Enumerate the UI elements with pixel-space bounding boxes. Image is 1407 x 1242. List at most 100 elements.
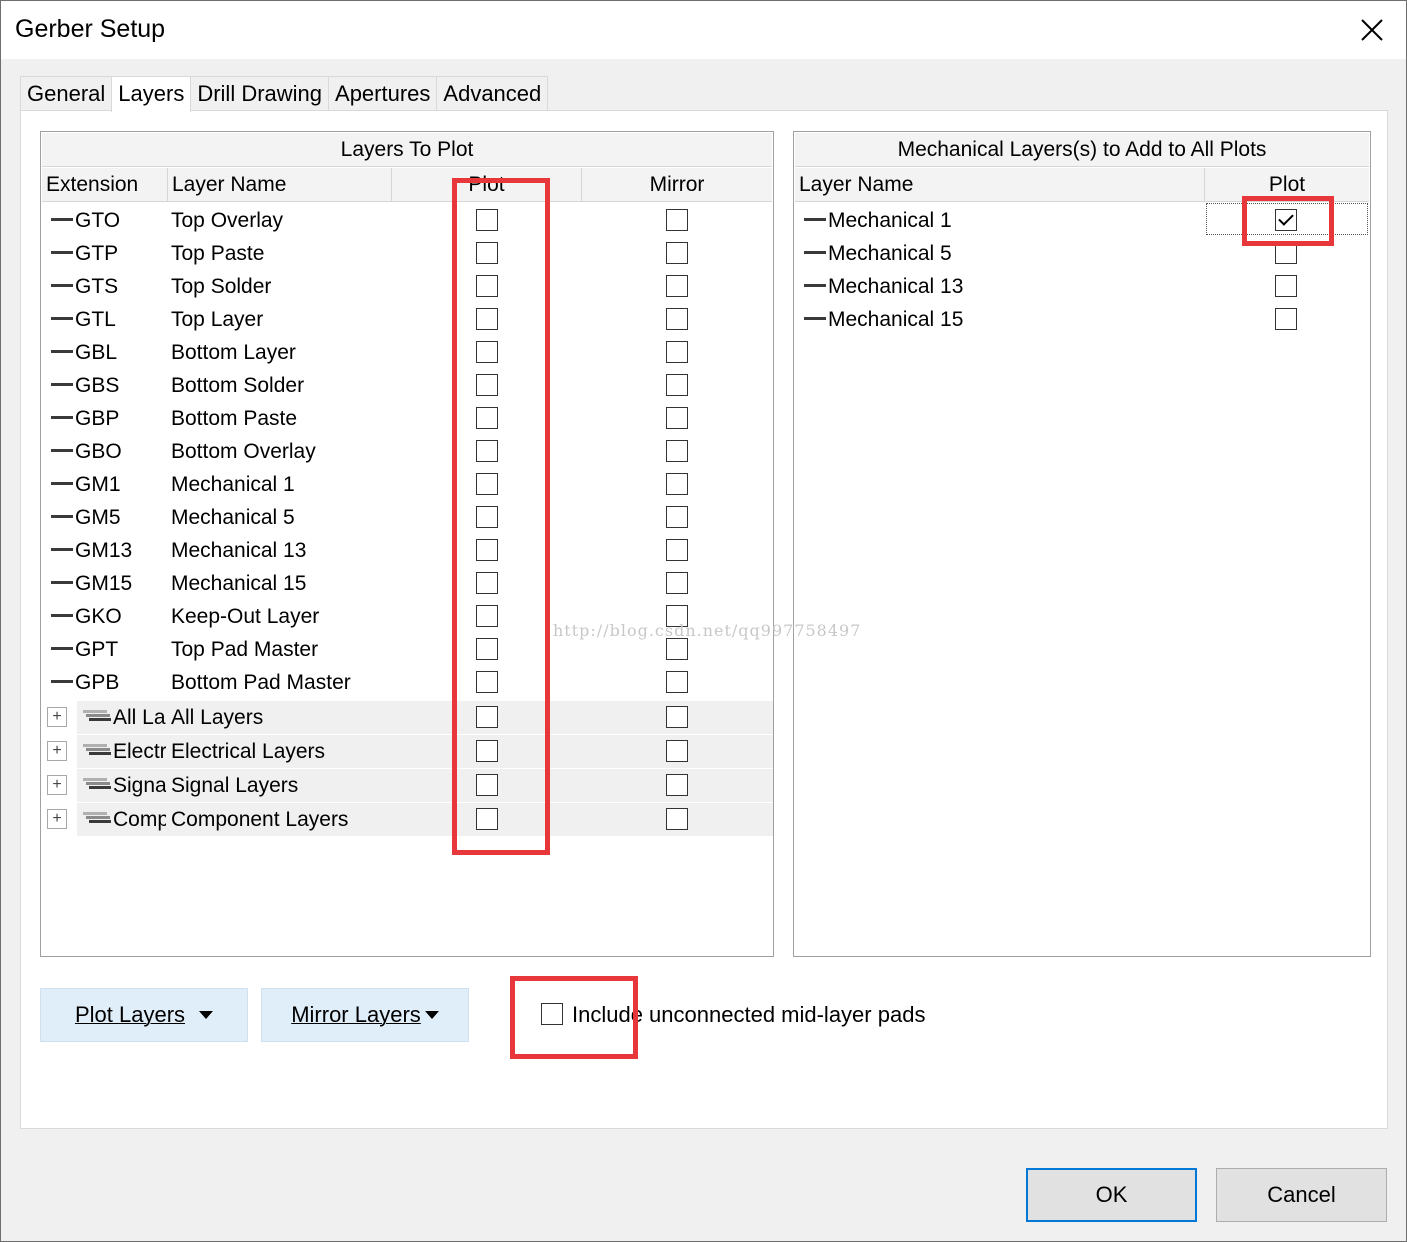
plot-checkbox[interactable] (476, 440, 498, 462)
table-row[interactable]: GM13 Mechanical 13 (41, 534, 773, 567)
column-header-mech-layer-name[interactable]: Layer Name (795, 168, 1205, 202)
close-button[interactable] (1352, 11, 1392, 49)
plot-checkbox[interactable] (476, 242, 498, 264)
include-unconnected-checkbox[interactable] (541, 1003, 563, 1025)
mechanical-row[interactable]: Mechanical 1 (794, 204, 1370, 237)
layer-stack-icon (83, 710, 111, 721)
mirror-checkbox[interactable] (666, 506, 688, 528)
layers-to-plot-grid: Layers To Plot Extension Layer Name Plot… (40, 131, 774, 957)
mirror-checkbox[interactable] (666, 242, 688, 264)
group-plot-checkbox[interactable] (476, 706, 498, 728)
table-row[interactable]: GBL Bottom Layer (41, 336, 773, 369)
plot-checkbox[interactable] (476, 407, 498, 429)
plot-checkbox[interactable] (476, 539, 498, 561)
group-plot-checkbox[interactable] (476, 774, 498, 796)
mirror-checkbox[interactable] (666, 341, 688, 363)
mechanical-layers-title: Mechanical Layers(s) to Add to All Plots (795, 133, 1369, 167)
extension-cell: GTL (51, 303, 169, 336)
layer-icon (51, 580, 73, 584)
cancel-button[interactable]: Cancel (1216, 1168, 1387, 1222)
tab-general[interactable]: General (20, 76, 113, 110)
mirror-checkbox[interactable] (666, 671, 688, 693)
group-row[interactable]: + Signa Signal Layers (47, 769, 773, 802)
plot-checkbox[interactable] (476, 671, 498, 693)
mirror-checkbox[interactable] (666, 209, 688, 231)
tab-advanced[interactable]: Advanced (436, 76, 549, 110)
plot-checkbox[interactable] (476, 605, 498, 627)
group-mirror-checkbox[interactable] (666, 774, 688, 796)
group-extension-text: Signa (113, 774, 166, 797)
group-plot-checkbox[interactable] (476, 740, 498, 762)
table-row[interactable]: GM15 Mechanical 15 (41, 567, 773, 600)
mechanical-row[interactable]: Mechanical 15 (794, 303, 1370, 336)
mirror-checkbox[interactable] (666, 308, 688, 330)
mechanical-plot-checkbox[interactable] (1275, 275, 1297, 297)
column-header-mech-plot[interactable]: Plot (1205, 168, 1369, 202)
column-header-extension[interactable]: Extension (42, 168, 168, 202)
group-mirror-checkbox[interactable] (666, 808, 688, 830)
mechanical-name-cell: Mechanical 13 (804, 270, 963, 303)
plot-checkbox[interactable] (476, 209, 498, 231)
group-plot-checkbox[interactable] (476, 808, 498, 830)
group-row[interactable]: + Comp Component Layers (47, 803, 773, 836)
expand-icon[interactable]: + (47, 741, 67, 761)
ok-button[interactable]: OK (1026, 1168, 1197, 1222)
column-header-mirror[interactable]: Mirror (582, 168, 772, 202)
tab-layers[interactable]: Layers (111, 76, 192, 112)
table-row[interactable]: GM1 Mechanical 1 (41, 468, 773, 501)
mechanical-plot-checkbox[interactable] (1275, 242, 1297, 264)
layer-icon (51, 481, 73, 485)
column-header-plot[interactable]: Plot (392, 168, 582, 202)
title-bar: Gerber Setup (1, 1, 1406, 59)
group-mirror-checkbox[interactable] (666, 706, 688, 728)
table-row[interactable]: GBO Bottom Overlay (41, 435, 773, 468)
layer-icon (51, 679, 73, 683)
mirror-checkbox[interactable] (666, 638, 688, 660)
table-row[interactable]: GTP Top Paste (41, 237, 773, 270)
plot-checkbox[interactable] (476, 341, 498, 363)
plot-checkbox[interactable] (476, 572, 498, 594)
mechanical-plot-checkbox[interactable] (1275, 209, 1297, 231)
plot-checkbox[interactable] (476, 275, 498, 297)
plot-checkbox[interactable] (476, 308, 498, 330)
mechanical-name-text: Mechanical 15 (828, 308, 964, 331)
layer-icon (51, 250, 73, 254)
plot-layers-button[interactable]: Plot Layers (40, 988, 248, 1042)
mirror-checkbox[interactable] (666, 407, 688, 429)
plot-checkbox[interactable] (476, 473, 498, 495)
plot-checkbox[interactable] (476, 638, 498, 660)
group-extension-text: All La (113, 706, 166, 729)
extension-text: GBS (75, 374, 120, 397)
mechanical-row[interactable]: Mechanical 13 (794, 270, 1370, 303)
plot-checkbox[interactable] (476, 506, 498, 528)
group-row[interactable]: + Electr Electrical Layers (47, 735, 773, 768)
tab-apertures[interactable]: Apertures (328, 76, 438, 110)
table-row[interactable]: GPB Bottom Pad Master (41, 666, 773, 699)
table-row[interactable]: GTL Top Layer (41, 303, 773, 336)
mirror-layers-button[interactable]: Mirror Layers (261, 988, 469, 1042)
table-row[interactable]: GTS Top Solder (41, 270, 773, 303)
group-row[interactable]: + All La All Layers (47, 701, 773, 734)
extension-cell: GBS (51, 369, 169, 402)
table-row[interactable]: GBP Bottom Paste (41, 402, 773, 435)
extension-cell: GPB (51, 666, 169, 699)
mirror-checkbox[interactable] (666, 572, 688, 594)
mirror-checkbox[interactable] (666, 539, 688, 561)
mirror-checkbox[interactable] (666, 440, 688, 462)
group-mirror-checkbox[interactable] (666, 740, 688, 762)
mirror-checkbox[interactable] (666, 374, 688, 396)
plot-checkbox[interactable] (476, 374, 498, 396)
mechanical-plot-checkbox[interactable] (1275, 308, 1297, 330)
layer-icon (51, 316, 73, 320)
expand-icon[interactable]: + (47, 707, 67, 727)
mechanical-row[interactable]: Mechanical 5 (794, 237, 1370, 270)
table-row[interactable]: GM5 Mechanical 5 (41, 501, 773, 534)
table-row[interactable]: GBS Bottom Solder (41, 369, 773, 402)
column-header-layer-name[interactable]: Layer Name (168, 168, 392, 202)
expand-icon[interactable]: + (47, 775, 67, 795)
expand-icon[interactable]: + (47, 809, 67, 829)
table-row[interactable]: GTO Top Overlay (41, 204, 773, 237)
tab-drill-drawing[interactable]: Drill Drawing (190, 76, 330, 110)
mirror-checkbox[interactable] (666, 275, 688, 297)
mirror-checkbox[interactable] (666, 473, 688, 495)
